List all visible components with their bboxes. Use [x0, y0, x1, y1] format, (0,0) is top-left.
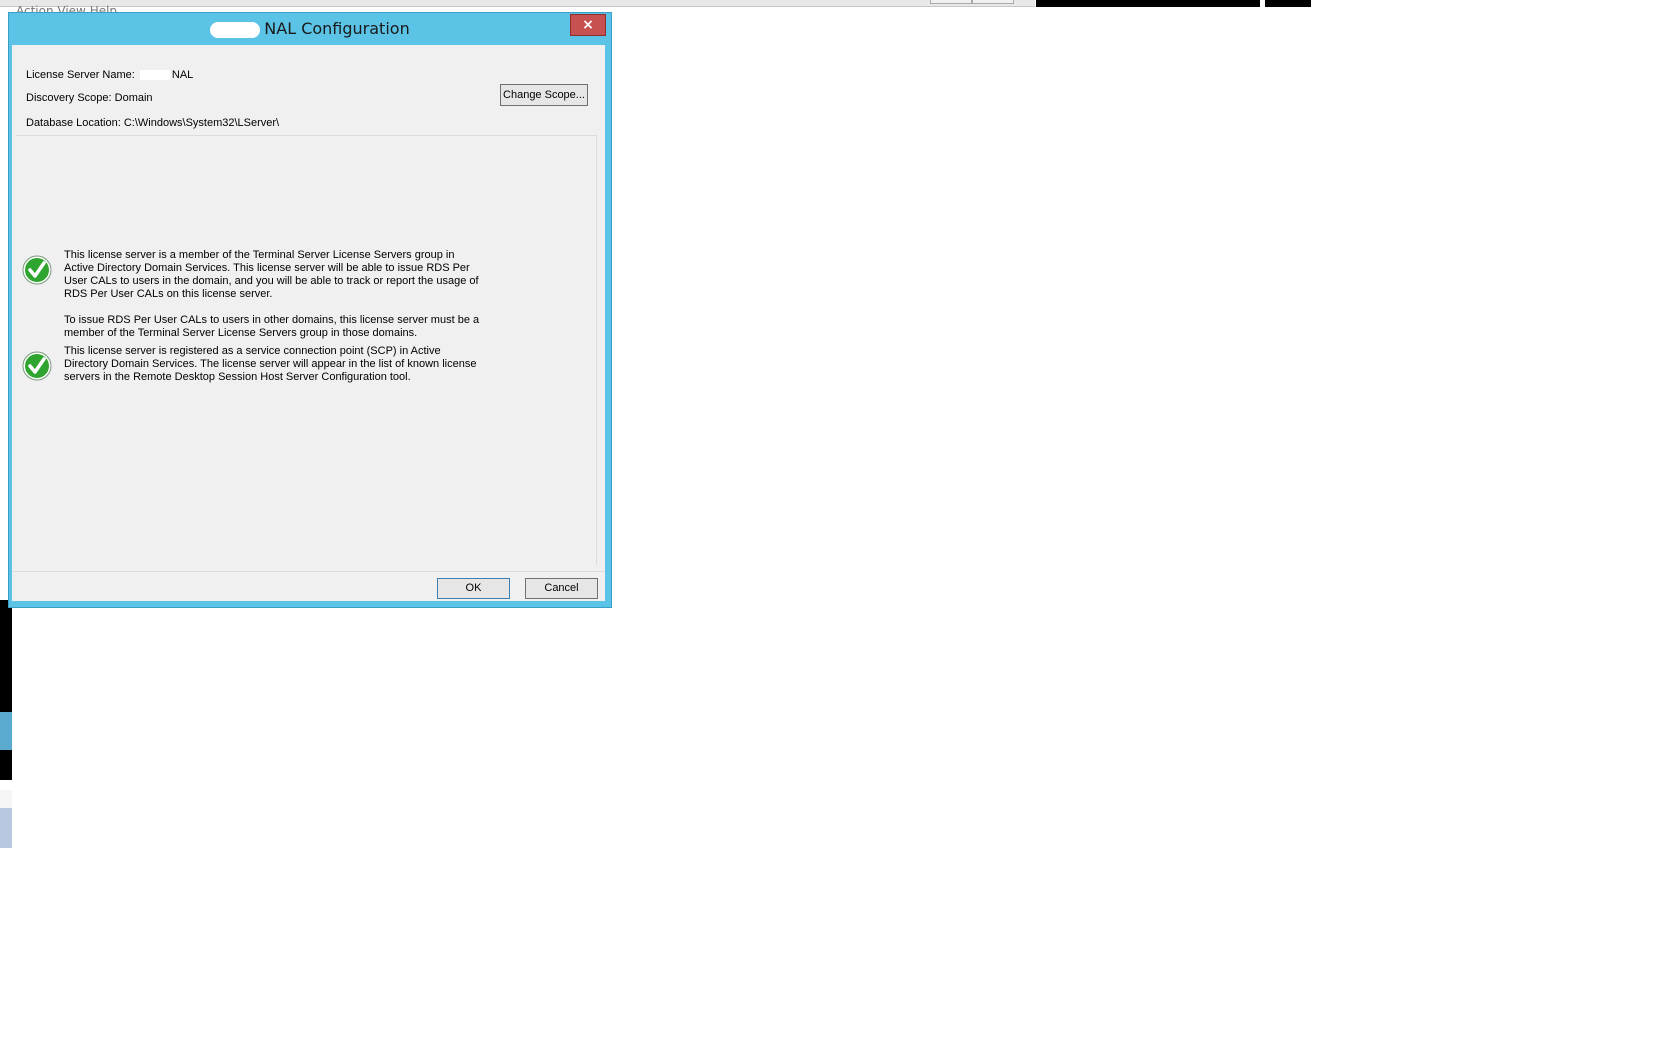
redacted-area: [210, 21, 261, 38]
status-panel: This license server is a member of the T…: [16, 135, 597, 565]
background-tab: [972, 0, 1014, 4]
dialog-title-text: NAL Configuration: [264, 19, 410, 38]
background-black-block: [1265, 0, 1311, 7]
license-server-value: NAL: [171, 69, 194, 81]
membership-message: This license server is a member of the T…: [64, 249, 484, 340]
database-location: Database Location: C:\Windows\System32\L…: [26, 117, 280, 129]
ok-button[interactable]: OK: [437, 578, 510, 599]
redacted-area: [139, 70, 170, 81]
dialog-client-area: License Server Name: NAL Discovery Scope…: [12, 45, 605, 601]
configuration-dialog: NAL Configuration × License Server Name:…: [8, 12, 612, 608]
scp-message-text: This license server is registered as a s…: [64, 345, 477, 383]
membership-message-text: This license server is a member of the T…: [64, 249, 479, 300]
background-left-panel-highlight: [0, 712, 12, 750]
dialog-button-bar: OK Cancel: [12, 571, 605, 602]
check-icon: [22, 351, 52, 381]
background-left-panel: [0, 790, 12, 809]
scp-message: This license server is registered as a s…: [64, 345, 484, 384]
close-button[interactable]: ×: [570, 14, 606, 36]
cancel-button[interactable]: Cancel: [525, 578, 598, 599]
license-server-label: License Server Name:: [26, 69, 135, 81]
background-window-strip: [0, 0, 1035, 7]
server-info-panel: License Server Name: NAL Discovery Scope…: [16, 49, 596, 136]
background-black-block: [1036, 0, 1260, 7]
discovery-scope: Discovery Scope: Domain: [26, 92, 153, 104]
change-scope-button[interactable]: Change Scope...: [500, 84, 588, 106]
check-icon: [22, 255, 52, 285]
dialog-titlebar[interactable]: NAL Configuration ×: [9, 13, 611, 45]
dialog-title: NAL Configuration: [9, 19, 611, 38]
license-server-name: License Server Name: NAL: [26, 69, 193, 81]
background-left-panel-selection: [0, 808, 12, 848]
membership-message-note: To issue RDS Per User CALs to users in o…: [64, 314, 480, 339]
background-left-panel: [0, 600, 12, 780]
background-tab: [930, 0, 972, 4]
